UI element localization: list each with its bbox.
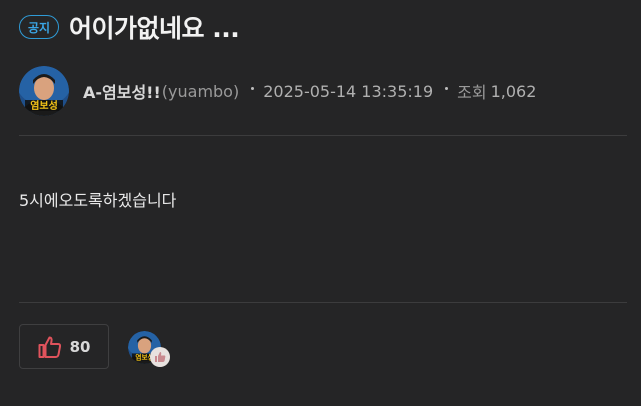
author-avatar[interactable]: 염보성: [19, 66, 69, 116]
post-body: 5시에오도록하겠습니다: [19, 191, 177, 210]
divider: [19, 302, 627, 303]
post-datetime: 2025-05-14 13:35:19: [263, 81, 434, 101]
thumbs-up-icon: [150, 347, 170, 367]
separator-dot: [445, 86, 449, 90]
like-count: 80: [69, 337, 91, 356]
post-title: 어이가없네요 ...: [69, 14, 240, 43]
liker-avatar[interactable]: 염보성: [128, 331, 174, 371]
views-count: 1,062: [490, 81, 537, 101]
separator-dot: [251, 86, 255, 90]
divider: [19, 135, 627, 136]
author-id: (yuambo): [161, 81, 240, 101]
author-name[interactable]: A-염보성!!: [83, 79, 161, 103]
thumbs-up-icon: [38, 336, 61, 358]
author-info: 염보성 A-염보성!! (yuambo) 2025-05-14 13:35:19…: [19, 66, 536, 116]
notice-badge: 공지: [19, 15, 59, 39]
avatar-caption: 염보성: [30, 99, 58, 112]
post-page: 공지 어이가없네요 ... 염보성 A-염보성!! (yuambo) 2025-…: [0, 0, 641, 406]
views-label: 조회: [457, 83, 487, 102]
post-header: 공지 어이가없네요 ...: [19, 9, 240, 45]
like-button[interactable]: 80: [19, 324, 109, 369]
